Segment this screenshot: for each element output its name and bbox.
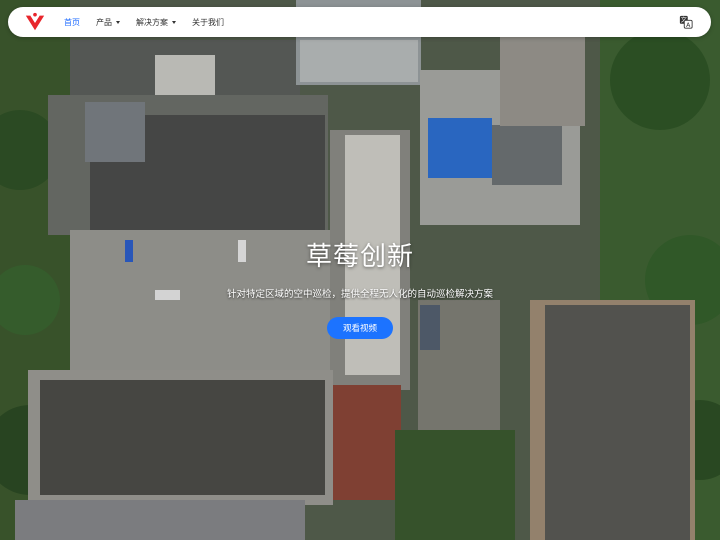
- nav-item-products-label: 产品: [96, 17, 112, 27]
- nav-item-home-label: 首页: [64, 17, 80, 27]
- top-navbar: 首页 产品 解决方案 关于我们 文 A: [8, 7, 711, 37]
- hero-title: 草莓创新: [305, 242, 414, 272]
- hero-section: 草莓创新 针对特定区域的空中巡检，提供全程无人化的自动巡检解决方案 观看视频: [0, 236, 720, 339]
- nav-item-solutions-label: 解决方案: [136, 17, 168, 27]
- brand-logo-icon[interactable]: [24, 11, 46, 33]
- nav-item-about-label: 关于我们: [192, 17, 224, 27]
- nav-item-home[interactable]: 首页: [64, 17, 80, 28]
- watch-video-button[interactable]: 观看视频: [326, 317, 393, 339]
- hero-subtitle: 针对特定区域的空中巡检，提供全程无人化的自动巡检解决方案: [226, 289, 493, 300]
- nav-item-products[interactable]: 产品: [96, 17, 120, 28]
- chevron-down-icon: [116, 20, 120, 24]
- chevron-down-icon: [172, 20, 176, 24]
- translate-icon[interactable]: 文 A: [679, 15, 693, 29]
- nav-item-solutions[interactable]: 解决方案: [136, 17, 176, 28]
- nav-item-about[interactable]: 关于我们: [192, 17, 224, 28]
